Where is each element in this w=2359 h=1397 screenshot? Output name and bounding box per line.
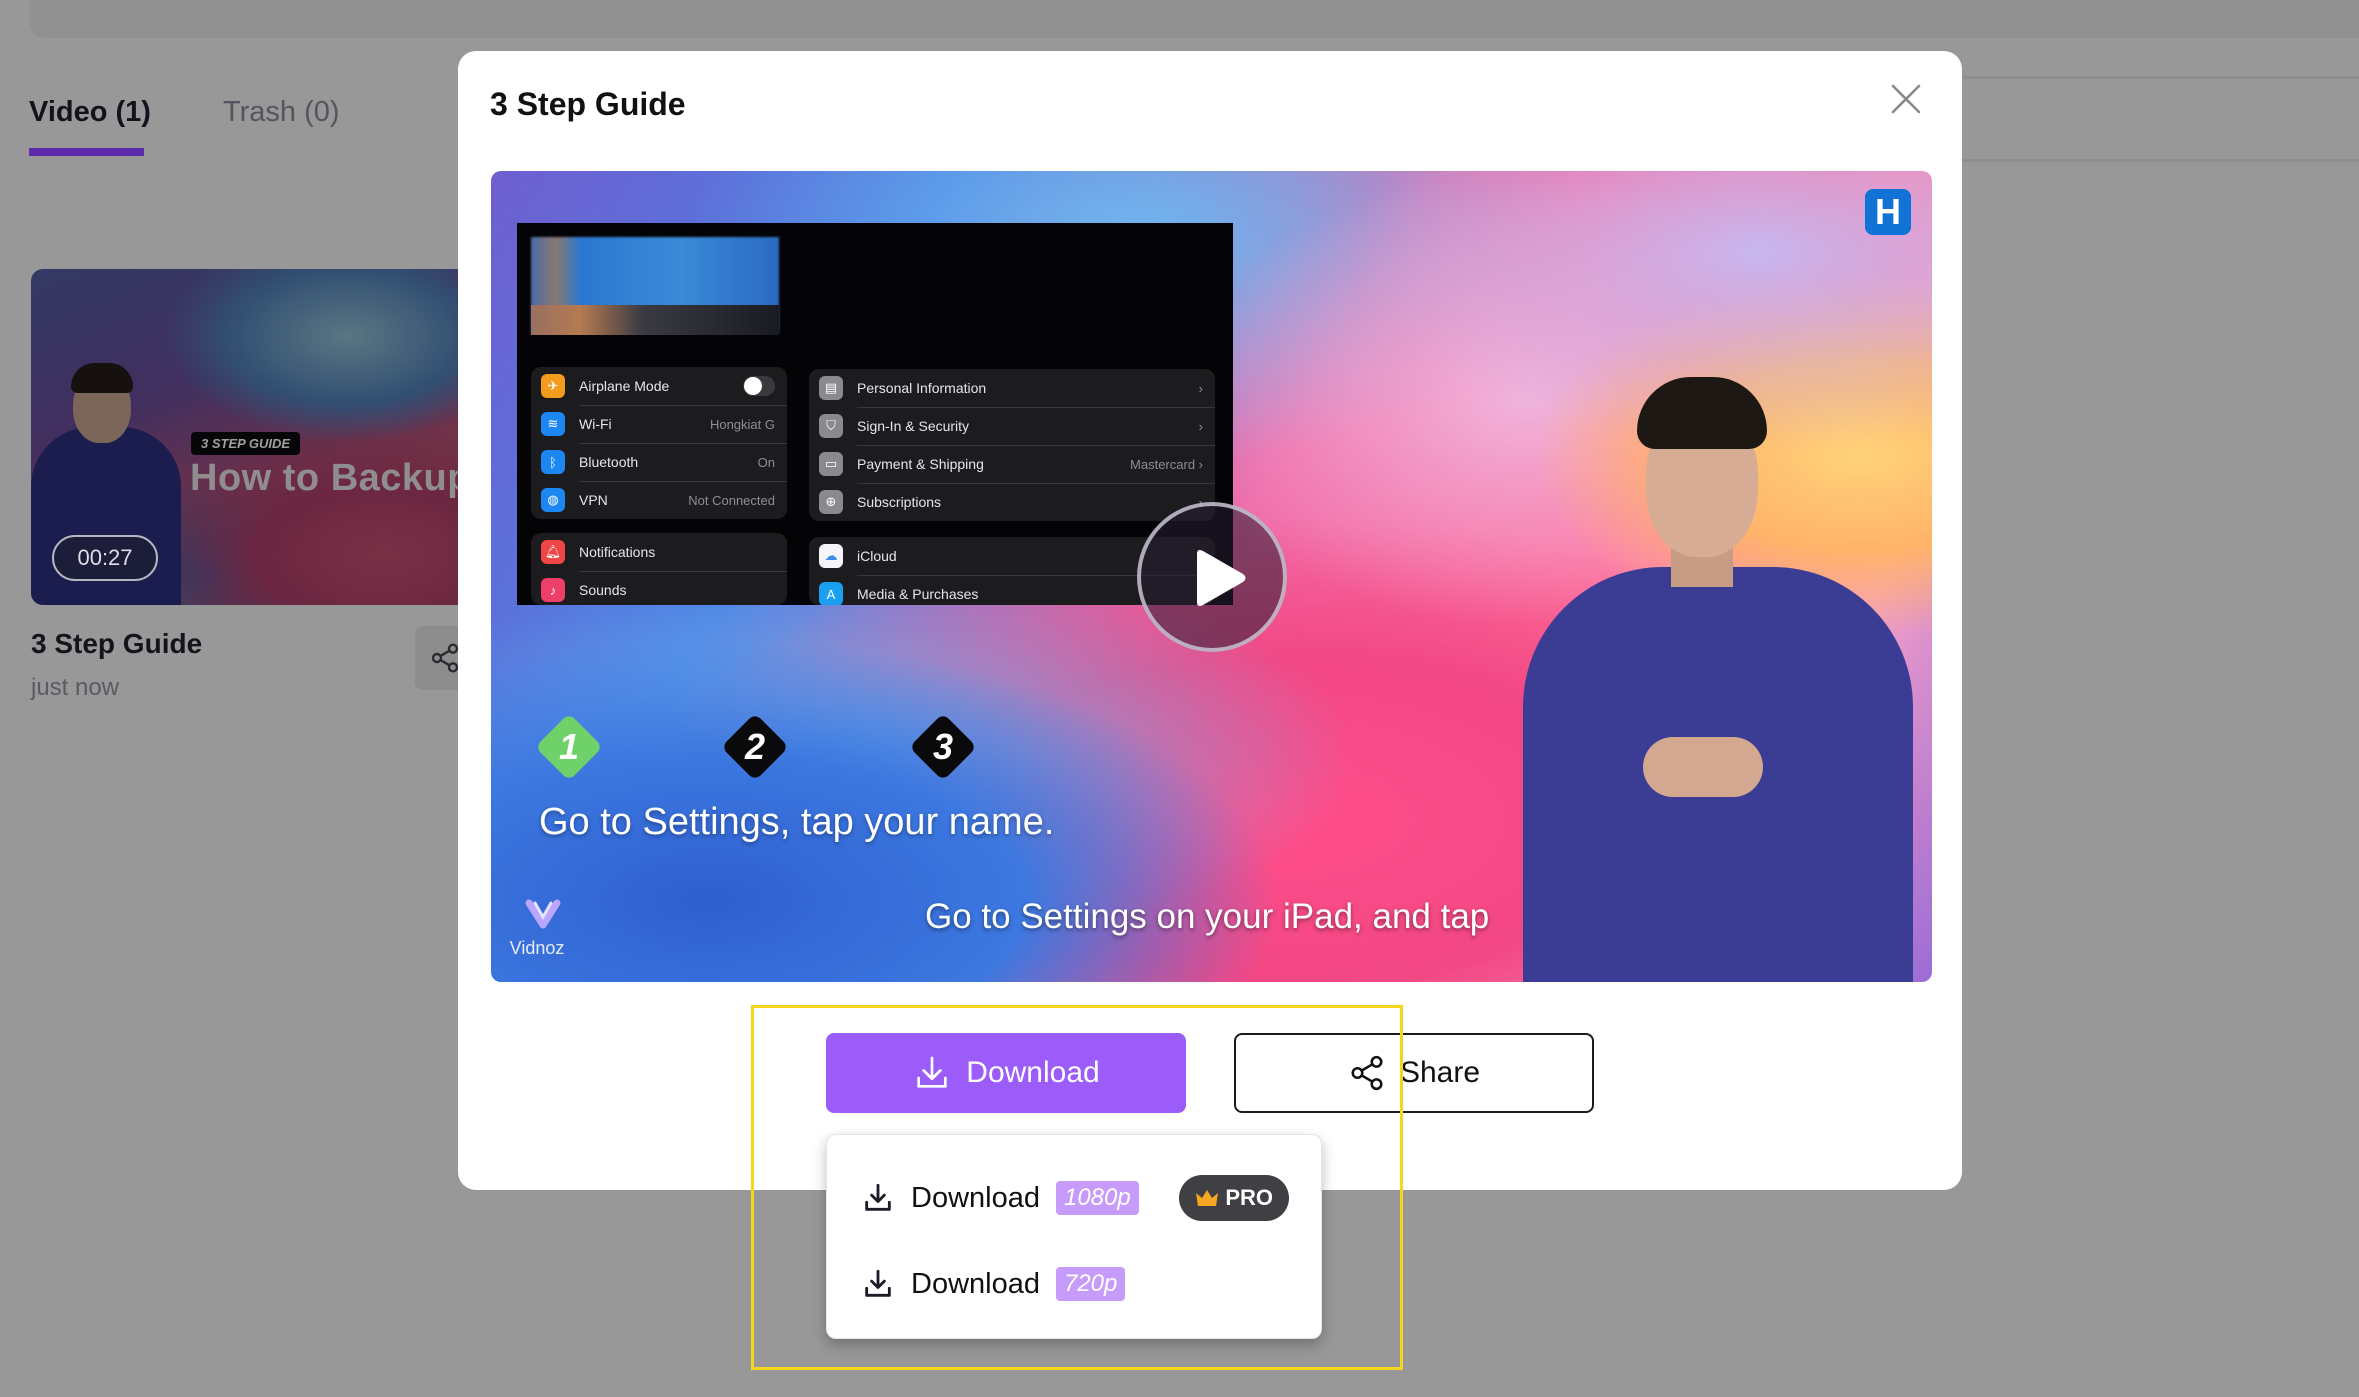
settings-label: VPN (579, 492, 608, 508)
download-button[interactable]: Download (826, 1033, 1186, 1113)
watermark: Vidnoz (507, 899, 567, 959)
step-number: 1 (558, 726, 580, 767)
download-label: Download (966, 1056, 1100, 1089)
video-card-timestamp: just now (31, 674, 120, 701)
play-button[interactable] (1137, 502, 1287, 652)
settings-row: ▭ Payment & Shipping Mastercard › (809, 445, 1215, 483)
settings-label: Media & Purchases (857, 586, 979, 602)
wifi-icon: ≋ (541, 412, 565, 436)
share-label: Share (1399, 1056, 1481, 1089)
vidnoz-logo-icon (525, 899, 561, 929)
settings-value: Hongkiat G (709, 416, 775, 432)
resolution-badge: 1080p (1055, 1181, 1139, 1215)
video-modal: 3 Step Guide ✈ Airplane Mode ≋ Wi-Fi Hon… (458, 51, 1962, 1190)
settings-group-connectivity: ✈ Airplane Mode ≋ Wi-Fi Hongkiat G ᛒ Blu… (531, 367, 787, 519)
settings-row: ⊕ Subscriptions › (809, 483, 1215, 521)
card-icon: ▭ (819, 452, 843, 476)
settings-group-account: ▤ Personal Information › ⛉ Sign-In & Sec… (809, 369, 1215, 521)
step-number: 3 (932, 726, 954, 767)
download-option-label: Download (911, 1267, 1040, 1300)
download-icon (917, 1056, 947, 1088)
settings-label: Bluetooth (579, 454, 639, 470)
close-icon (1891, 84, 1921, 114)
settings-label: Airplane Mode (579, 378, 670, 394)
vpn-icon: ◍ (541, 488, 565, 512)
tab-trash[interactable]: Trash (0) (223, 96, 340, 129)
thumbnail-headline: How to Backup (190, 457, 471, 499)
blurred-profile-detail (531, 305, 779, 335)
settings-group-notifications: 🔔︎ Notifications ♪ Sounds (531, 533, 787, 605)
subscriptions-icon: ⊕ (819, 490, 843, 514)
close-button[interactable] (1888, 81, 1924, 117)
settings-row: ♪ Sounds (531, 571, 787, 605)
step-text: Go to Settings, tap your name. (539, 801, 1055, 843)
download-1080p-option[interactable]: Download 1080p PRO (827, 1163, 1321, 1233)
settings-label: Wi-Fi (579, 416, 612, 432)
settings-label: iCloud (857, 548, 897, 564)
settings-label: Subscriptions (857, 494, 942, 510)
resolution-badge: 720p (1055, 1267, 1126, 1301)
watermark-text: Vidnoz (509, 938, 565, 958)
share-icon (431, 643, 459, 673)
tab-video[interactable]: Video (1) (29, 96, 151, 129)
step-number: 2 (744, 726, 766, 767)
settings-row: ≋ Wi-Fi Hongkiat G (531, 405, 787, 443)
chevron-right-icon: › (1198, 380, 1203, 396)
download-menu: Download 1080p PRO Download 720p (826, 1134, 1322, 1339)
brand-logo: H (1865, 189, 1911, 235)
settings-value: On (757, 454, 775, 470)
settings-label: Payment & Shipping (857, 456, 984, 472)
settings-row: ⛉ Sign-In & Security › (809, 407, 1215, 445)
chevron-right-icon: › (1198, 418, 1203, 434)
bluetooth-icon: ᛒ (541, 450, 565, 474)
shield-icon: ⛉ (819, 414, 843, 438)
duration-badge: 00:27 (52, 535, 158, 581)
settings-row: ᛒ Bluetooth On (531, 443, 787, 481)
top-bar (30, 0, 2359, 38)
video-card-title[interactable]: 3 Step Guide (31, 628, 202, 660)
settings-label: Sign-In & Security (857, 418, 970, 434)
settings-label: Personal Information (857, 380, 987, 396)
settings-row: 🔔︎ Notifications (531, 533, 787, 571)
step-marker-1: 1 (535, 713, 603, 781)
download-icon (865, 1183, 891, 1211)
thumbnail-tag: 3 STEP GUIDE (191, 432, 301, 455)
modal-title: 3 Step Guide (490, 86, 686, 122)
settings-label: Sounds (579, 582, 627, 598)
settings-row: ◍ VPN Not Connected (531, 481, 787, 519)
pro-label: PRO (1225, 1185, 1273, 1210)
video-caption: Go to Settings on your iPad, and tap (925, 897, 1490, 936)
settings-screenshot: ✈ Airplane Mode ≋ Wi-Fi Hongkiat G ᛒ Blu… (517, 223, 1233, 605)
sounds-icon: ♪ (541, 578, 565, 602)
crown-icon (1196, 1190, 1219, 1206)
active-tab-indicator (29, 148, 144, 156)
presenter-avatar (1503, 377, 1932, 982)
airplane-icon: ✈ (541, 374, 565, 398)
step-marker-2: 2 (721, 713, 789, 781)
share-button[interactable]: Share (1234, 1033, 1594, 1113)
icloud-icon: ☁ (819, 544, 843, 568)
app-store-icon: A (819, 582, 843, 605)
pro-badge: PRO (1179, 1175, 1289, 1221)
airplane-toggle (743, 376, 775, 396)
share-icon (1351, 1055, 1383, 1091)
download-icon (865, 1269, 891, 1297)
play-icon (1197, 550, 1246, 606)
settings-value: Not Connected (688, 492, 775, 508)
settings-value: Mastercard › (1130, 456, 1203, 472)
step-marker-3: 3 (909, 713, 977, 781)
download-option-label: Download (911, 1181, 1040, 1214)
id-card-icon: ▤ (819, 376, 843, 400)
notifications-icon: 🔔︎ (541, 540, 565, 564)
divider (1962, 76, 2359, 79)
settings-label: Notifications (579, 544, 656, 560)
settings-row: ✈ Airplane Mode (531, 367, 787, 405)
divider (1962, 159, 2359, 162)
video-player[interactable]: ✈ Airplane Mode ≋ Wi-Fi Hongkiat G ᛒ Blu… (491, 171, 1932, 982)
settings-row: ▤ Personal Information › (809, 369, 1215, 407)
download-720p-option[interactable]: Download 720p (827, 1249, 1321, 1319)
